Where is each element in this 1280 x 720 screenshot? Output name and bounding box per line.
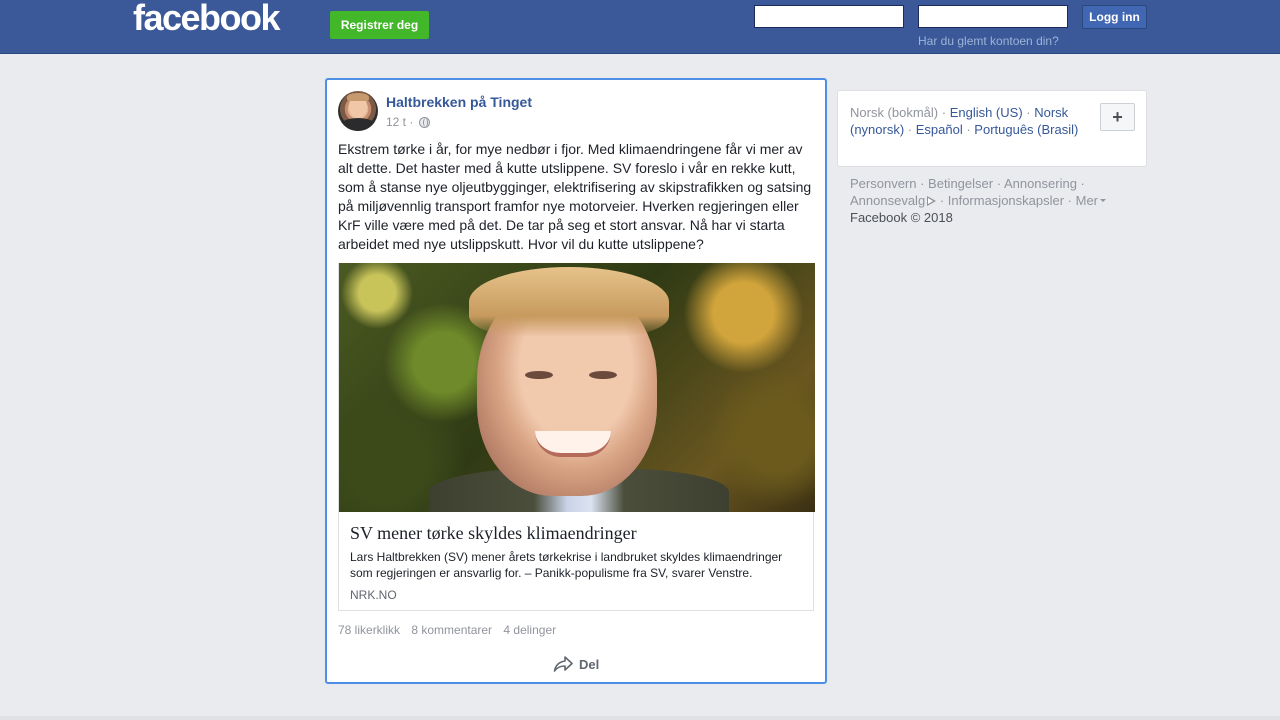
post-meta: 12 t · bbox=[386, 115, 430, 129]
share-icon bbox=[553, 656, 573, 672]
copyright: Facebook © 2018 bbox=[850, 210, 953, 225]
shares-count[interactable]: 4 delinger bbox=[503, 623, 556, 637]
link-domain: NRK.NO bbox=[350, 588, 397, 602]
footer-link-annonsevalg[interactable]: Annonsevalg bbox=[850, 193, 937, 208]
footer-link-betingelser[interactable]: Betingelser bbox=[928, 176, 993, 191]
email-field[interactable] bbox=[754, 5, 904, 28]
likes-count[interactable]: 78 likerklikk bbox=[338, 623, 400, 637]
bottom-divider bbox=[0, 716, 1280, 720]
footer-link-informasjonskapsler[interactable]: Informasjonskapsler bbox=[948, 193, 1064, 208]
register-button[interactable]: Registrer deg bbox=[330, 11, 429, 39]
avatar[interactable] bbox=[338, 91, 378, 131]
login-button[interactable]: Logg inn bbox=[1082, 5, 1147, 29]
avatar-hair bbox=[347, 93, 369, 101]
link-preview-image[interactable] bbox=[339, 263, 815, 512]
language-english-us[interactable]: English (US) bbox=[950, 105, 1023, 120]
facebook-logo[interactable]: facebook bbox=[133, 0, 281, 38]
share-label: Del bbox=[579, 656, 600, 672]
add-language-button[interactable]: + bbox=[1100, 103, 1135, 131]
language-selector: Norsk (bokmål) · English (US) · Norsk (n… bbox=[837, 90, 1147, 167]
post-author-link[interactable]: Haltbrekken på Tinget bbox=[386, 94, 532, 110]
photo-eye-left bbox=[525, 371, 553, 379]
post-text: Ekstrem tørke i år, for mye nedbør i fjo… bbox=[338, 141, 812, 252]
footer-link-personvern[interactable]: Personvern bbox=[850, 176, 916, 191]
comments-count[interactable]: 8 kommentarer bbox=[411, 623, 492, 637]
language-current: Norsk (bokmål) bbox=[850, 105, 939, 120]
globe-icon[interactable] bbox=[418, 117, 430, 128]
post-card: Haltbrekken på Tinget 12 t · Ekstrem tør… bbox=[325, 78, 827, 684]
ad-choices-icon bbox=[927, 196, 937, 206]
language-list: Norsk (bokmål) · English (US) · Norsk (n… bbox=[850, 105, 1079, 137]
post-timestamp[interactable]: 12 t · bbox=[386, 115, 413, 129]
caret-down-icon bbox=[1100, 199, 1107, 202]
post-stats: 78 likerklikk 8 kommentarer 4 delinger bbox=[338, 623, 564, 637]
footer-link-mer[interactable]: Mer bbox=[1075, 193, 1107, 208]
photo-eye-right bbox=[589, 371, 617, 379]
password-field[interactable] bbox=[918, 5, 1068, 28]
share-button[interactable]: Del bbox=[553, 654, 599, 674]
photo-hair bbox=[469, 267, 669, 337]
language-portugues-brasil[interactable]: Português (Brasil) bbox=[974, 122, 1078, 137]
top-bar: facebook Registrer deg Logg inn Har du g… bbox=[0, 0, 1280, 54]
language-espanol[interactable]: Español bbox=[916, 122, 963, 137]
footer-link-mer-label: Mer bbox=[1075, 193, 1099, 208]
footer-link-annonsering[interactable]: Annonsering bbox=[1004, 176, 1077, 191]
link-title[interactable]: SV mener tørke skyldes klimaendringer bbox=[350, 523, 637, 544]
forgot-account-link[interactable]: Har du glemt kontoen din? bbox=[918, 34, 1059, 48]
link-preview[interactable]: SV mener tørke skyldes klimaendringer La… bbox=[338, 263, 815, 611]
footer-links: Personvern · Betingelser · Annonsering ·… bbox=[850, 175, 1140, 226]
link-description: Lars Haltbrekken (SV) mener årets tørkek… bbox=[350, 550, 783, 580]
avatar-coat bbox=[338, 118, 378, 131]
footer-link-annonsevalg-label: Annonsevalg bbox=[850, 193, 926, 208]
